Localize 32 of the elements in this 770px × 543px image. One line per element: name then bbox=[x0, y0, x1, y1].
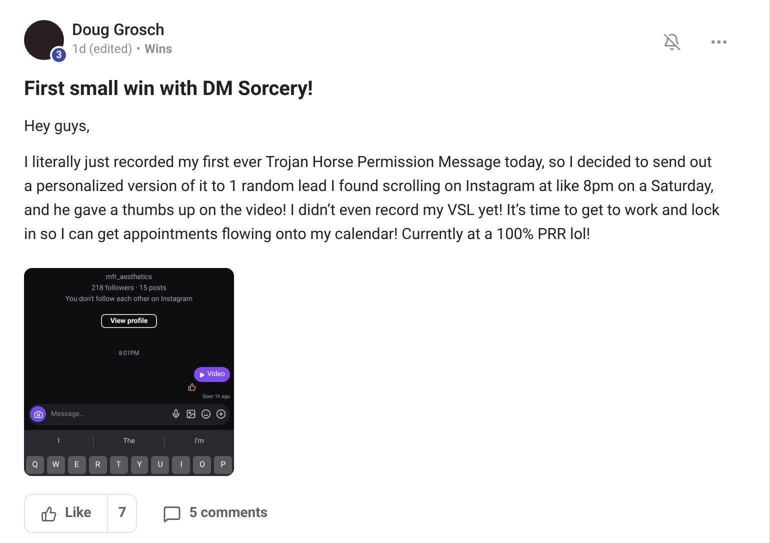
thumbs-up-icon bbox=[188, 383, 196, 391]
post-title: First small win with DM Sorcery! bbox=[24, 75, 314, 102]
keyboard-key[interactable]: E bbox=[68, 456, 86, 474]
like-count: 7 bbox=[107, 495, 136, 532]
camera-button[interactable] bbox=[30, 406, 46, 422]
thumbs-up-icon bbox=[41, 506, 57, 522]
camera-icon bbox=[34, 410, 42, 418]
like-button[interactable]: Like bbox=[25, 495, 108, 532]
keyboard-key[interactable]: P bbox=[214, 456, 232, 474]
notifications-off-icon[interactable] bbox=[663, 33, 681, 51]
avatar[interactable] bbox=[24, 20, 64, 60]
plus-icon[interactable] bbox=[216, 409, 226, 419]
keyboard-key[interactable]: Y bbox=[130, 456, 148, 474]
keyboard-key[interactable]: U bbox=[151, 456, 170, 474]
image-icon[interactable] bbox=[186, 409, 196, 419]
comment-icon bbox=[163, 504, 182, 522]
author-name[interactable]: Doug Grosch bbox=[72, 20, 172, 40]
post-paragraph: Hey guys, bbox=[24, 116, 91, 137]
post-time: 1d (edited) bbox=[72, 41, 132, 59]
level-badge: 3 bbox=[50, 46, 68, 64]
play-icon bbox=[199, 372, 206, 378]
keyboard-key[interactable]: R bbox=[88, 456, 107, 474]
microphone-icon[interactable] bbox=[171, 409, 181, 419]
separator: • bbox=[136, 41, 141, 59]
post-paragraph: I literally just recorded my first ever Trojan Horse Permission Message today, so I decided to send out a personalized version of it to 1 random lead I found scrolling on Instagram at like 8pm on a Saturday, and he gave a thumbs up on the video! I didn’t even record my VSL yet! It’s time to get to work and lock in so I can get appointments flowing onto my calendar! Currently at a 100% PRR lol! bbox=[24, 152, 720, 245]
keyboard-key[interactable]: I bbox=[172, 456, 190, 474]
keyboard-key[interactable]: O bbox=[193, 456, 212, 474]
keyboard-key[interactable]: W bbox=[46, 456, 65, 474]
comments-button[interactable]: 5 comments bbox=[163, 503, 268, 524]
keyboard-key[interactable]: Q bbox=[26, 456, 44, 474]
sticker-icon[interactable] bbox=[201, 409, 211, 419]
keyboard-key[interactable]: T bbox=[110, 456, 128, 474]
